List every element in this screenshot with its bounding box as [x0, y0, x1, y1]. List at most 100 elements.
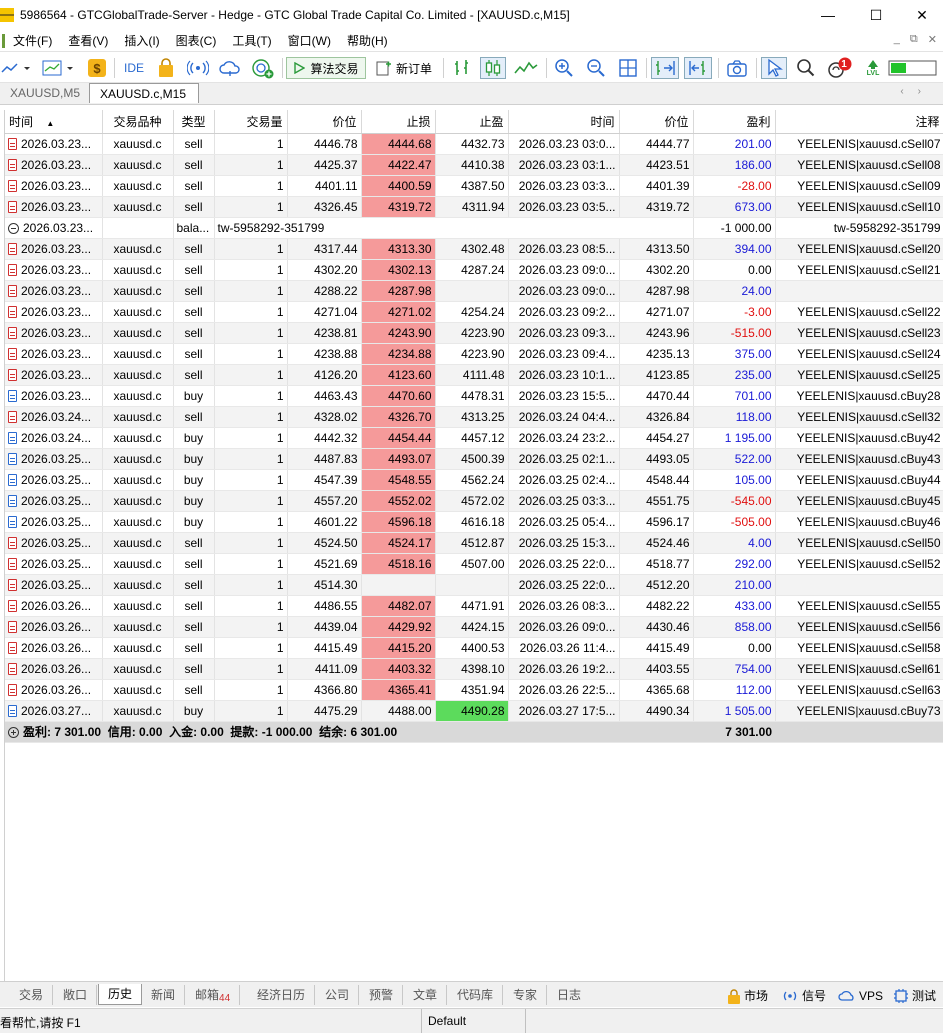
line-chart-icon[interactable]: [512, 57, 540, 79]
screenshot-camera-icon[interactable]: [724, 57, 750, 79]
signals-link[interactable]: 信号: [781, 986, 826, 1006]
level-icon[interactable]: LVL: [862, 57, 884, 79]
line-chart-dropdown-icon[interactable]: [0, 57, 34, 79]
table-row[interactable]: 2026.03.25... xauusd.c buy 1 4557.20 4552.02 4…: [5, 490, 943, 512]
open-time-cell: 2026.03.25...: [5, 469, 103, 491]
menu-window[interactable]: 窗口(W): [280, 32, 339, 49]
table-row[interactable]: 2026.03.26... xauusd.c sell 1 4415.49 4415.20…: [5, 637, 943, 659]
cursor-pointer-icon[interactable]: [761, 57, 787, 79]
table-row[interactable]: 2026.03.25... xauusd.c buy 1 4487.83 4493.07 4…: [5, 448, 943, 470]
table-row[interactable]: 2026.03.25... xauusd.c buy 1 4547.39 4548.55 4…: [5, 469, 943, 491]
table-row[interactable]: 2026.03.25... xauusd.c sell 1 4514.30 2026.03…: [5, 574, 943, 596]
table-row[interactable]: 2026.03.23... xauusd.c sell 1 4238.88 4234.88…: [5, 343, 943, 365]
minimize-button[interactable]: —: [805, 0, 851, 30]
menu-tools[interactable]: 工具(T): [224, 32, 279, 49]
table-row[interactable]: 2026.03.23... xauusd.c sell 1 4401.11 4400.59…: [5, 175, 943, 197]
col-symbol[interactable]: 交易品种: [102, 110, 174, 134]
table-row[interactable]: 2026.03.25... xauusd.c sell 1 4521.69 4518.16…: [5, 553, 943, 575]
dollar-icon[interactable]: $: [86, 57, 108, 79]
vps-link[interactable]: VPS: [838, 986, 883, 1006]
profit-cell: 201.00: [693, 133, 776, 155]
ide-button[interactable]: IDE: [119, 57, 149, 79]
mdi-restore-button[interactable]: ⧉: [910, 33, 918, 46]
tab-articles[interactable]: 文章: [404, 985, 448, 1005]
col-open-price[interactable]: 价位: [287, 110, 362, 134]
col-type[interactable]: 类型: [173, 110, 215, 134]
tab-alerts[interactable]: 预警: [360, 985, 404, 1005]
table-row[interactable]: 2026.03.25... xauusd.c buy 1 4601.22 4596.18 4…: [5, 511, 943, 533]
table-row[interactable]: 2026.03.27... xauusd.c buy 1 4475.29 4488.00 4…: [5, 700, 943, 722]
toolbox-tabs: 交易 敞口 历史 新闻 邮箱44 经济日历 公司 预警 文章 代码库 专家 日志…: [0, 981, 943, 1007]
table-row[interactable]: 2026.03.23... xauusd.c sell 1 4326.45 4319.72…: [5, 196, 943, 218]
candlestick-icon[interactable]: [480, 57, 506, 79]
menu-help[interactable]: 帮助(H): [339, 32, 396, 49]
table-row[interactable]: 2026.03.26... xauusd.c sell 1 4411.09 4403.32…: [5, 658, 943, 680]
maximize-button[interactable]: ☐: [853, 0, 899, 30]
table-row[interactable]: 2026.03.23... xauusd.c sell 1 4317.44 4313.30…: [5, 238, 943, 260]
col-close-price[interactable]: 价位: [619, 110, 694, 134]
signals-icon[interactable]: [186, 57, 210, 79]
col-close-time[interactable]: 时间: [508, 110, 620, 134]
zoom-in-icon[interactable]: [552, 57, 576, 79]
chart-shift-icon[interactable]: [684, 57, 712, 79]
market-bag-icon[interactable]: [155, 57, 177, 79]
col-open-time[interactable]: 时间 ▲: [5, 110, 103, 134]
tab-history[interactable]: 历史: [98, 984, 143, 1005]
bar-chart-icon[interactable]: [450, 57, 474, 79]
auto-scroll-icon[interactable]: [651, 57, 679, 79]
market-link[interactable]: 市场: [727, 986, 768, 1006]
menu-file[interactable]: 文件(F): [5, 32, 60, 49]
table-row[interactable]: 2026.03.24... xauusd.c buy 1 4442.32 4454.44 4…: [5, 427, 943, 449]
col-comment[interactable]: 注释: [775, 110, 943, 134]
mdi-minimize-button[interactable]: _: [894, 33, 900, 46]
col-stop-loss[interactable]: 止损: [361, 110, 436, 134]
table-row[interactable]: 2026.03.23... xauusd.c sell 1 4446.78 4444.68…: [5, 133, 943, 155]
tab-mailbox[interactable]: 邮箱44: [186, 985, 241, 1005]
table-row[interactable]: 2026.03.23... xauusd.c sell 1 4238.81 4243.90…: [5, 322, 943, 344]
tab-scroll-arrows[interactable]: ‹›: [900, 86, 935, 97]
table-row[interactable]: 2026.03.24... xauusd.c sell 1 4328.02 4326.70…: [5, 406, 943, 428]
menu-view[interactable]: 查看(V): [60, 32, 116, 49]
col-profit[interactable]: 盈利: [693, 110, 776, 134]
search-icon[interactable]: [794, 57, 818, 79]
table-row[interactable]: 2026.03.23... xauusd.c sell 1 4288.22 4287.98…: [5, 280, 943, 302]
table-row[interactable]: 2026.03.23... xauusd.c sell 1 4126.20 4123.60…: [5, 364, 943, 386]
tab-company[interactable]: 公司: [316, 985, 360, 1005]
history-table: 时间 ▲ 交易品种 类型 交易量 价位 止损 止盈 时间 价位 盈利 注释 20…: [4, 110, 943, 981]
chart-tab-xauusd-m5[interactable]: XAUUSD,M5: [0, 83, 90, 105]
tester-link[interactable]: 测试: [893, 986, 936, 1006]
table-row[interactable]: 2026.03.23... xauusd.c sell 1 4271.04 4271.02…: [5, 301, 943, 323]
add-connection-icon[interactable]: [250, 57, 276, 79]
col-volume[interactable]: 交易量: [214, 110, 288, 134]
tab-economic-calendar[interactable]: 经济日历: [248, 985, 316, 1005]
vps-cloud-icon[interactable]: [218, 57, 242, 79]
table-row[interactable]: 2026.03.26... xauusd.c sell 1 4366.80 4365.41…: [5, 679, 943, 701]
symbol-cell: xauusd.c: [102, 700, 174, 722]
tab-journal[interactable]: 日志: [548, 985, 590, 1005]
tab-code-base[interactable]: 代码库: [448, 985, 504, 1005]
col-take-profit[interactable]: 止盈: [435, 110, 509, 134]
table-row[interactable]: 2026.03.23... xauusd.c buy 1 4463.43 4470.60 4…: [5, 385, 943, 407]
close-button[interactable]: ✕: [899, 0, 943, 30]
tab-exposure[interactable]: 敞口: [54, 985, 98, 1005]
algo-trading-button[interactable]: 算法交易: [286, 57, 366, 79]
tab-trade[interactable]: 交易: [10, 985, 54, 1005]
chart-template-dropdown-icon[interactable]: [40, 57, 78, 79]
buy-deal-icon: [8, 704, 17, 717]
table-row[interactable]: 2026.03.25... xauusd.c sell 1 4524.50 4524.17…: [5, 532, 943, 554]
menu-charts[interactable]: 图表(C): [168, 32, 225, 49]
tab-experts[interactable]: 专家: [504, 985, 548, 1005]
table-row[interactable]: 2026.03.26... xauusd.c sell 1 4486.55 4482.07…: [5, 595, 943, 617]
chart-tab-xauusd-c-m15[interactable]: XAUUSD.c,M15: [89, 83, 199, 103]
tile-windows-icon[interactable]: [616, 57, 640, 79]
menu-insert[interactable]: 插入(I): [116, 32, 167, 49]
table-row[interactable]: 2026.03.23... xauusd.c sell 1 4425.37 4422.47…: [5, 154, 943, 176]
zoom-out-icon[interactable]: [584, 57, 608, 79]
table-row[interactable]: 2026.03.23... xauusd.c sell 1 4302.20 4302.13…: [5, 259, 943, 281]
balance-row[interactable]: 2026.03.23... bala... tw-5958292-351799 -1 …: [5, 217, 943, 239]
mdi-close-button[interactable]: ✕: [928, 33, 937, 46]
summary-row[interactable]: 盈利: 7 301.00 信用: 0.00 入金: 0.00 提款: -1 00…: [5, 721, 943, 743]
table-row[interactable]: 2026.03.26... xauusd.c sell 1 4439.04 4429.92…: [5, 616, 943, 638]
new-order-button[interactable]: 新订单: [371, 57, 437, 79]
tab-news[interactable]: 新闻: [142, 985, 186, 1005]
